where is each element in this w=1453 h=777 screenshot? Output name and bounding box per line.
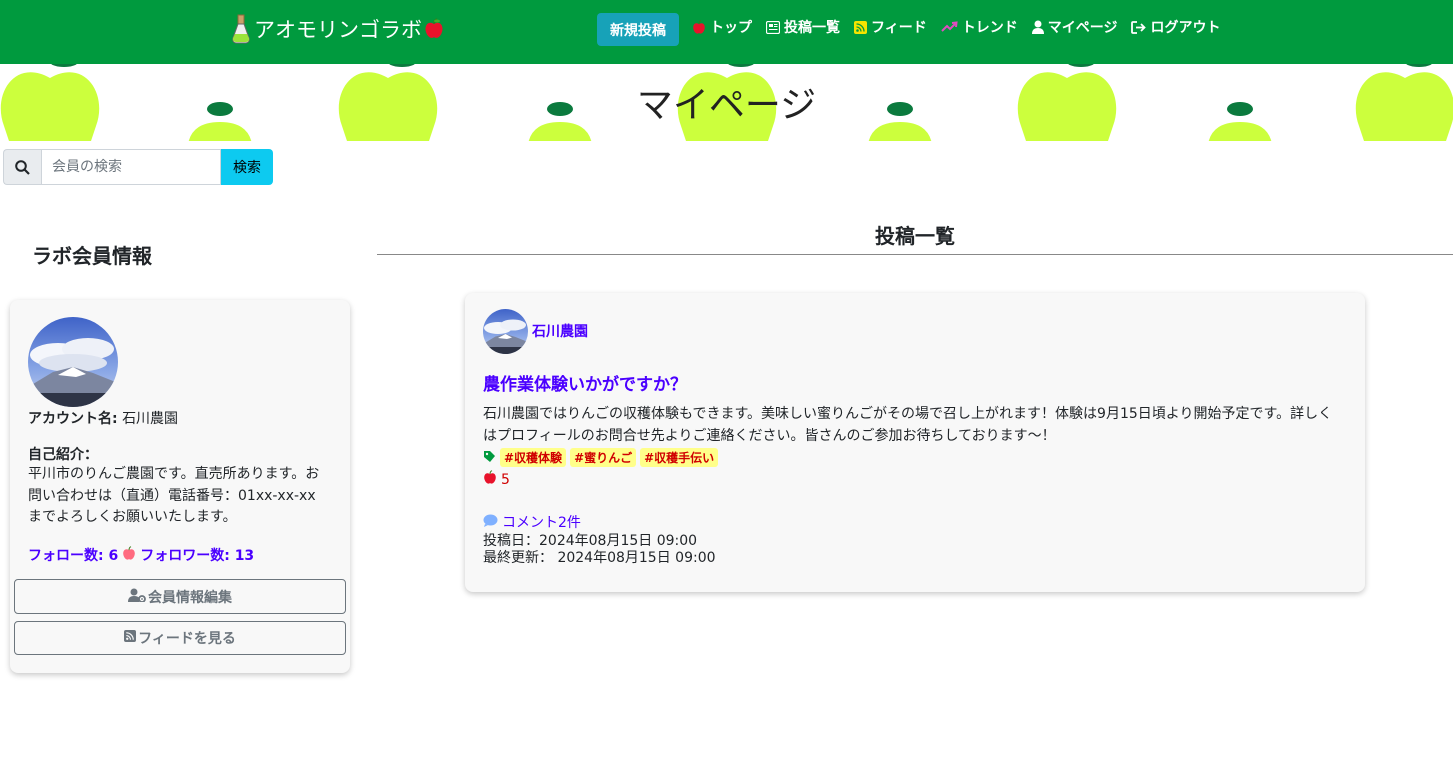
post-dates: 投稿日：2024年08月15日 09:00 最終更新： 2024年08月15日 … [483,533,716,567]
brand-logo[interactable]: アオモリンゴラボ [230,14,444,44]
member-search: 検索 [3,149,273,185]
edit-profile-label: 会員情報編集 [148,589,232,606]
apple-icon [424,18,444,40]
section-divider [377,254,1453,255]
like-button[interactable]: 5 [483,470,510,489]
profile-section-title: ラボ会員情報 [32,244,152,268]
posts-section-title: 投稿一覧 [875,224,955,248]
user-icon [1031,20,1044,34]
comment-icon [483,514,498,531]
intro-text: 平川市のりんご農園です。直売所あります。お問い合わせは（直通）電話番号：01xx… [28,466,320,525]
post-card: 石川農園 農作業体験いかがですか？ 石川農園ではりんごの収穫体験もできます。美味… [465,293,1365,592]
list-icon [766,20,780,34]
page-header-banner: マイページ [0,64,1453,141]
apple-icon [483,470,497,489]
tag-icon [483,448,496,467]
apple-leaf-decoration [1068,64,1094,67]
avatar [28,317,118,407]
nav-links: トップ 投稿一覧 フィード トレンド マイページ ログアウト [692,16,1234,38]
tag-link[interactable]: #蜜りんご [570,448,637,467]
nav-link-label: トレンド [961,20,1018,36]
nav-link-logout[interactable]: ログアウト [1131,17,1220,37]
follower-count-link[interactable]: フォロワー数: 13 [140,545,254,565]
logout-icon [1131,20,1147,34]
follow-stats: フォロー数: 6 フォロワー数: 13 [28,545,254,565]
nav-link-top[interactable]: トップ [692,17,752,37]
view-feed-label: フィードを見る [138,631,236,647]
nav-link-label: ログアウト [1150,20,1221,36]
post-tags: #収穫体験 #蜜りんご #収穫手伝い [483,448,719,467]
view-feed-button[interactable]: フィードを見る [14,621,346,655]
like-count: 5 [501,471,510,488]
navbar: アオモリンゴラボ 新規投稿 トップ 投稿一覧 フィード トレンド マイページ ロ… [0,0,1453,64]
account-name: 石川農園 [122,411,179,427]
flask-icon [230,14,252,44]
user-gear-icon [128,588,146,606]
page-title: マイページ [636,85,817,126]
post-author-link[interactable]: 石川農園 [532,321,588,341]
search-icon [3,149,41,185]
post-body: 石川農園ではりんごの収穫体験もできます。美味しい蜜りんごがその場で召し上がれます… [483,406,1333,444]
search-input[interactable] [41,149,221,185]
apple-icon [122,545,136,565]
tag-link[interactable]: #収穫体験 [500,448,567,467]
search-button[interactable]: 検索 [221,149,273,185]
comments-link[interactable]: コメント2件 [483,512,581,532]
account-name-label: アカウント名: [28,411,118,427]
apple-leaf-decoration [389,64,415,67]
apple-leaf-decoration [51,64,77,67]
updated-date: 最終更新： 2024年08月15日 09:00 [483,550,716,566]
nav-link-feed[interactable]: フィード [854,17,927,37]
apple-icon [692,19,706,35]
post-title-link[interactable]: 農作業体験いかがですか？ [483,370,687,395]
nav-link-label: 投稿一覧 [784,20,840,36]
comment-count: コメント2件 [502,515,581,531]
nav-link-trend[interactable]: トレンド [941,17,1018,37]
edit-profile-button[interactable]: 会員情報編集 [14,579,346,614]
rss-icon [854,20,867,34]
profile-card: アカウント名: 石川農園 自己紹介： 平川市のりんご農園です。直売所あります。お… [10,300,350,673]
rss-icon [124,630,137,646]
follow-count-link[interactable]: フォロー数: 6 [28,545,118,565]
nav-link-mypage[interactable]: マイページ [1031,17,1118,37]
new-post-button[interactable]: 新規投稿 [597,13,679,46]
brand-name[interactable]: アオモリンゴラボ [254,14,422,44]
intro-label: 自己紹介： [28,447,98,463]
post-author-avatar[interactable] [483,309,528,354]
account-name-row: アカウント名: 石川農園 [28,408,178,428]
apple-leaf-decoration [1406,64,1432,67]
nav-link-label: マイページ [1047,20,1118,36]
nav-link-label: トップ [710,20,752,36]
trend-icon [941,21,958,33]
nav-link-posts[interactable]: 投稿一覧 [766,17,840,37]
posted-date: 投稿日：2024年08月15日 09:00 [483,533,698,549]
nav-link-label: フィード [871,20,927,36]
tag-link[interactable]: #収穫手伝い [640,448,719,467]
apple-leaf-decoration [728,64,754,67]
